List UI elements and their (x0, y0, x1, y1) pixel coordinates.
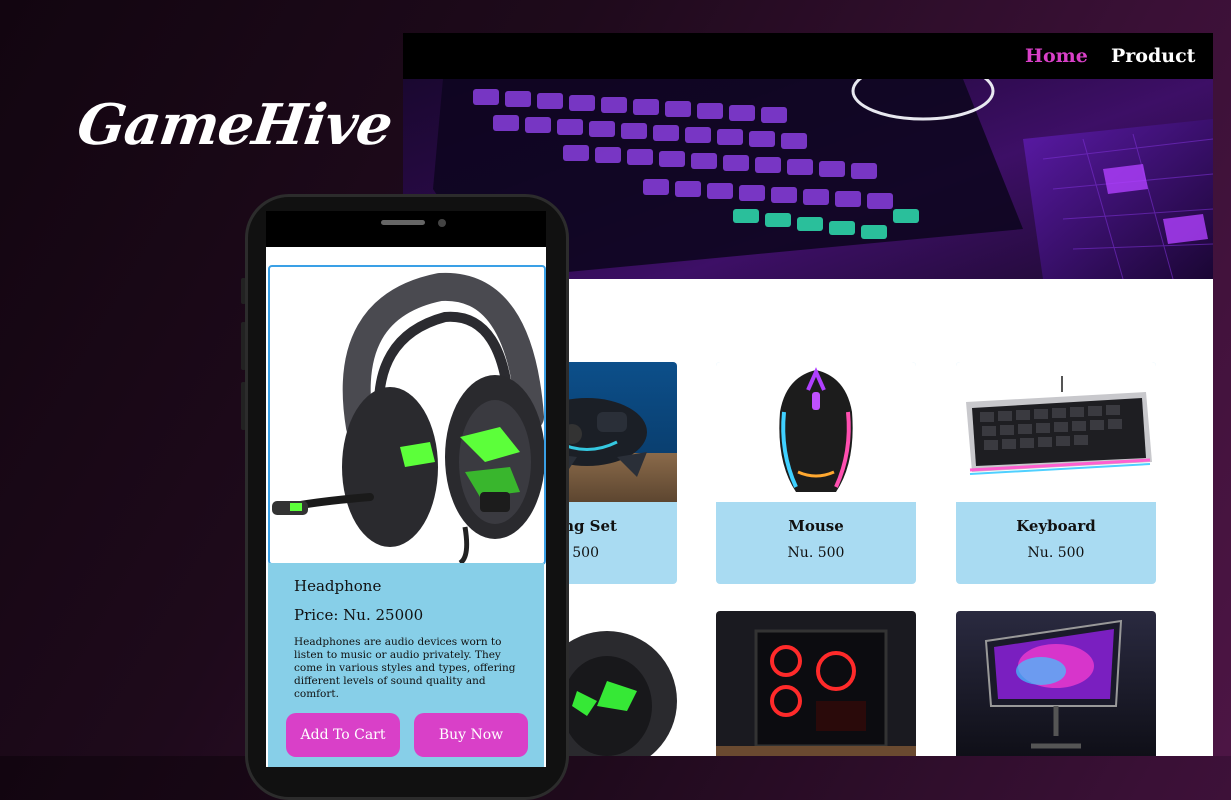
product-detail-panel: Headphone Price: Nu. 25000 Headphones ar… (268, 563, 544, 767)
brand-logo: GameHive (73, 92, 396, 158)
nav-product-link[interactable]: Product (1111, 45, 1195, 67)
product-card-monitor[interactable] (956, 611, 1156, 756)
phone-camera (438, 219, 446, 227)
phone-speaker (381, 220, 425, 225)
mouse-image (716, 362, 916, 502)
top-navigation: Home Product (403, 33, 1213, 79)
add-to-cart-button[interactable]: Add To Cart (286, 713, 400, 757)
product-price: Nu. 500 (1027, 545, 1085, 561)
product-card-keyboard[interactable]: Keyboard Nu. 500 (956, 362, 1156, 584)
product-name: Keyboard (1016, 517, 1096, 535)
product-title: Headphone (294, 577, 382, 595)
phone-screen: Headphone Price: Nu. 25000 Headphones ar… (266, 247, 546, 767)
phone-mockup: Headphone Price: Nu. 25000 Headphones ar… (245, 194, 569, 800)
nav-home-link[interactable]: Home (1025, 45, 1088, 67)
phone-notch (266, 211, 546, 247)
product-price: Nu. 500 (787, 545, 845, 561)
product-card-mouse[interactable]: Mouse Nu. 500 (716, 362, 916, 584)
product-card-pc-case[interactable] (716, 611, 916, 756)
product-price: Price: Nu. 25000 (294, 606, 424, 624)
buy-now-button[interactable]: Buy Now (414, 713, 528, 757)
headphone-image (268, 265, 546, 565)
product-name: Mouse (788, 517, 844, 535)
keyboard-image (956, 362, 1156, 502)
product-description: Headphones are audio devices worn to lis… (294, 636, 516, 700)
